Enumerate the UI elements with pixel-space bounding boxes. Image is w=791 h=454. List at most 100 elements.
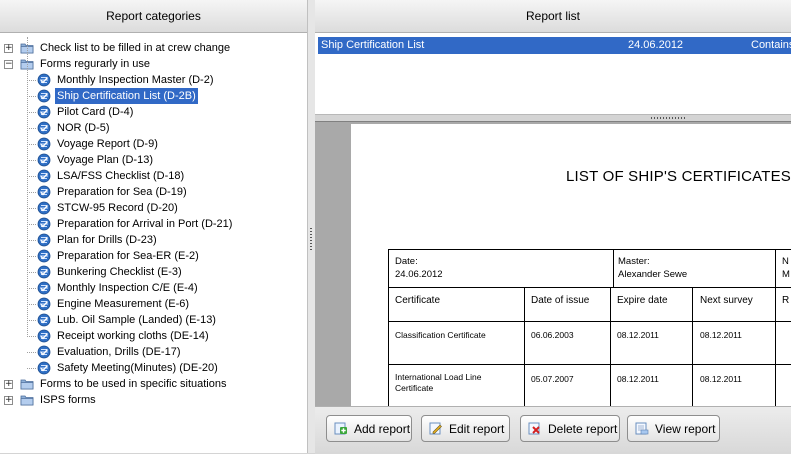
form-icon <box>37 137 51 151</box>
folder-icon <box>20 395 34 406</box>
form-icon <box>37 169 51 183</box>
tree-item-label: Receipt working cloths (DE-14) <box>57 330 209 342</box>
tree-item[interactable]: Monthly Inspection C/E (E-4) <box>0 280 307 296</box>
tree-item[interactable]: Monthly Inspection Master (D-2) <box>0 72 307 88</box>
column-header: Next survey <box>700 295 753 306</box>
tree-connector <box>27 224 36 225</box>
splitter-grip-h[interactable] <box>651 117 685 119</box>
tree-item-label: Monthly Inspection Master (D-2) <box>57 74 214 86</box>
form-icon <box>37 217 51 231</box>
table-line <box>610 287 611 407</box>
tree-connector <box>27 288 36 289</box>
form-icon <box>37 105 51 119</box>
tree-item[interactable]: LSA/FSS Checklist (D-18) <box>0 168 307 184</box>
add-report-label: Add report <box>354 422 411 436</box>
table-cell: 08.12.2011 <box>617 330 659 340</box>
tree-item[interactable]: Receipt working cloths (DE-14) <box>0 328 307 344</box>
form-icon <box>37 201 51 215</box>
expand-icon[interactable]: + <box>4 380 13 389</box>
expand-icon[interactable]: + <box>4 396 13 405</box>
view-report-label: View report <box>655 422 716 436</box>
tree-item-label: Evaluation, Drills (DE-17) <box>57 346 181 358</box>
tree-item[interactable]: Voyage Report (D-9) <box>0 136 307 152</box>
tree-connector <box>27 112 36 113</box>
tree-item[interactable]: STCW-95 Record (D-20) <box>0 200 307 216</box>
tree-folder[interactable]: + Check list to be filled in at crew chan… <box>0 40 307 56</box>
tree-item[interactable]: Preparation for Arrival in Port (D-21) <box>0 216 307 232</box>
tree-folder[interactable]: − Forms regurarly in use <box>0 56 307 72</box>
tree-connector <box>27 128 36 129</box>
form-icon <box>37 265 51 279</box>
tree-folder[interactable]: + ISPS forms <box>0 392 307 408</box>
form-icon <box>37 121 51 135</box>
collapse-icon[interactable]: − <box>4 60 13 69</box>
table-cell: 05.07.2007 <box>531 374 574 384</box>
edit-report-button[interactable]: Edit report <box>421 415 510 442</box>
table-cell: Classification Certificate <box>395 330 486 340</box>
tree-item[interactable]: Pilot Card (D-4) <box>0 104 307 120</box>
tree-item-label: Voyage Report (D-9) <box>57 138 158 150</box>
delete-report-button[interactable]: Delete report <box>520 415 620 442</box>
table-cell: 06.06.2003 <box>531 330 574 340</box>
tree-item[interactable]: Safety Meeting(Minutes) (DE-20) <box>0 360 307 376</box>
tree-connector <box>27 144 36 145</box>
report-date: 24.06.2012 <box>628 39 684 51</box>
third-label: N <box>782 256 789 267</box>
third-value: M <box>782 269 790 280</box>
tree-item-label: Ship Certification List (D-2B) <box>54 87 199 105</box>
master-value: Alexander Sewe <box>618 269 688 280</box>
date-value: 24.06.2012 <box>395 269 443 280</box>
master-label: Master: <box>618 256 650 267</box>
report-list-row[interactable]: Ship Certification List 24.06.2012 Conta… <box>318 37 791 54</box>
folder-icon <box>20 379 34 390</box>
tree-item[interactable]: Lub. Oil Sample (Landed) (E-13) <box>0 312 307 328</box>
tree-item[interactable]: Plan for Drills (D-23) <box>0 232 307 248</box>
tree-connector <box>27 368 36 369</box>
tree-item-label: Monthly Inspection C/E (E-4) <box>57 282 198 294</box>
preview-page: LIST OF SHIP'S CERTIFICATES Date: 24.06.… <box>351 124 791 407</box>
tree-item-label: LSA/FSS Checklist (D-18) <box>57 170 185 182</box>
tree-item[interactable]: NOR (D-5) <box>0 120 307 136</box>
tree-item[interactable]: Preparation for Sea-ER (E-2) <box>0 248 307 264</box>
tree-item-label: Preparation for Arrival in Port (D-21) <box>57 218 233 230</box>
form-icon <box>37 89 51 103</box>
tree-item-label: Preparation for Sea (D-19) <box>57 186 187 198</box>
column-header: Expire date <box>617 295 668 306</box>
table-cell: 08.12.2011 <box>700 330 742 340</box>
tree-folder[interactable]: + Forms to be used in specific situations <box>0 376 307 392</box>
expand-icon[interactable]: + <box>4 44 13 53</box>
tree-item[interactable]: Evaluation, Drills (DE-17) <box>0 344 307 360</box>
tree-connector <box>27 208 36 209</box>
tree-item-label: Plan for Drills (D-23) <box>57 234 157 246</box>
report-name: Ship Certification List <box>321 39 425 51</box>
form-icon <box>37 153 51 167</box>
horizontal-splitter[interactable] <box>315 114 791 121</box>
table-cell: International Load Line Certificate <box>395 372 482 393</box>
tree-connector <box>27 96 36 97</box>
add-report-button[interactable]: Add report <box>326 415 412 442</box>
tree-item[interactable]: Bunkering Checklist (E-3) <box>0 264 307 280</box>
report-status: Contains <box>751 39 791 51</box>
tree-item[interactable]: Voyage Plan (D-13) <box>0 152 307 168</box>
tree-item-label: ISPS forms <box>40 394 96 406</box>
tree-connector <box>27 320 36 321</box>
tree-item-label: Check list to be filled in at crew chang… <box>40 42 231 54</box>
form-icon <box>37 73 51 87</box>
view-report-button[interactable]: View report <box>627 415 720 442</box>
report-categories-panel: Report categories + Check list to be fill… <box>0 0 308 453</box>
tree-item-label: Preparation for Sea-ER (E-2) <box>57 250 199 262</box>
report-preview[interactable]: LIST OF SHIP'S CERTIFICATES Date: 24.06.… <box>315 121 791 407</box>
tree-item-label: Lub. Oil Sample (Landed) (E-13) <box>57 314 216 326</box>
column-header: R <box>782 295 790 306</box>
tree-connector <box>27 37 28 335</box>
column-header: Certificate <box>395 295 441 306</box>
tree-item[interactable]: Ship Certification List (D-2B) <box>0 87 307 105</box>
edit-report-label: Edit report <box>449 422 505 436</box>
tree-item[interactable]: Preparation for Sea (D-19) <box>0 184 307 200</box>
report-list-header: Report list <box>315 0 791 33</box>
splitter-grip[interactable] <box>310 228 312 252</box>
tree-item-label: Forms regurarly in use <box>40 58 151 70</box>
tree-item[interactable]: Engine Measurement (E-6) <box>0 296 307 312</box>
date-label: Date: <box>395 256 418 267</box>
category-tree[interactable]: + Check list to be filled in at crew chan… <box>0 33 307 408</box>
